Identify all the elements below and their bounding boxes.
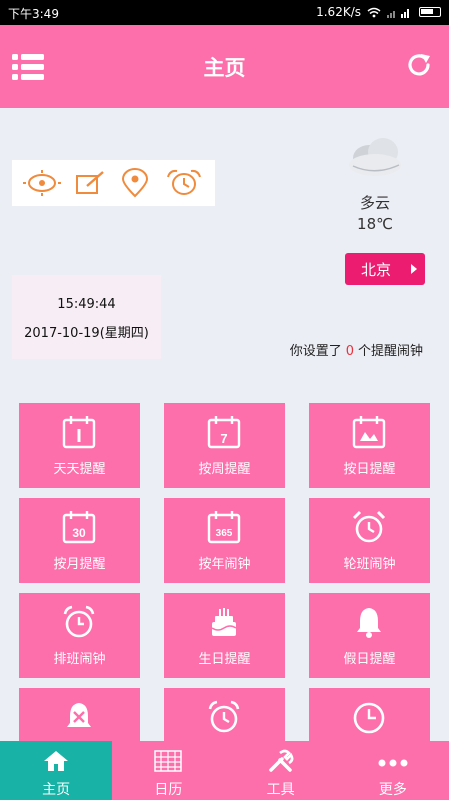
svg-text:7: 7 <box>220 431 227 446</box>
alarm-count-suffix: 个提醒闹钟 <box>357 344 423 359</box>
alarm-count-prefix: 你设置了 <box>289 344 342 359</box>
tile-label: 轮班闹钟 <box>343 557 396 572</box>
tile-shift-alarm[interactable]: 轮班闹钟 <box>309 498 430 583</box>
svg-text:365: 365 <box>216 528 233 539</box>
tile-day-reminder[interactable]: 按日提醒 <box>309 403 430 488</box>
calendar-grid-icon <box>154 750 183 772</box>
tab-more[interactable]: 更多 <box>337 741 449 800</box>
tile-label: 按月提醒 <box>53 557 106 572</box>
clock-icon <box>353 702 385 734</box>
tab-label: 日历 <box>154 782 183 798</box>
tab-tools[interactable]: 工具 <box>225 741 337 800</box>
alarm-count-text: 你设置了 0 个提醒闹钟 <box>290 340 423 359</box>
tile-holiday-reminder[interactable]: 假日提醒 <box>309 593 430 678</box>
wifi-icon <box>367 7 381 17</box>
tile-label: 天天提醒 <box>53 462 106 477</box>
tab-label: 主页 <box>42 782 71 798</box>
location-pin-icon[interactable] <box>120 168 150 198</box>
arrow-right-icon <box>411 264 417 274</box>
birthday-cake-icon <box>211 608 237 636</box>
status-bar: 下午3:49 1.62K/s <box>0 0 449 25</box>
weather-widget: 多云 18℃ <box>330 132 420 233</box>
weather-temperature: 18℃ <box>357 215 393 233</box>
tile-daily-reminder[interactable]: 天天提醒 <box>19 403 140 488</box>
bell-icon <box>357 608 381 638</box>
more-dots-icon <box>378 759 408 767</box>
tile-schedule-alarm[interactable]: 排班闹钟 <box>19 593 140 678</box>
tile-weekly-reminder[interactable]: 7 按周提醒 <box>164 403 285 488</box>
alarm-clock-outline-icon <box>63 605 95 638</box>
tile-label: 生日提醒 <box>198 652 251 667</box>
tile-label: 假日提醒 <box>343 652 396 667</box>
sun-icon[interactable] <box>22 169 61 197</box>
page-title: 主页 <box>203 56 246 80</box>
current-time: 15:49:44 <box>57 297 116 312</box>
city-select-button[interactable]: 北京 <box>345 253 425 285</box>
refresh-icon[interactable] <box>405 51 433 79</box>
tile-label: 按日提醒 <box>343 462 396 477</box>
svg-text:30: 30 <box>72 526 86 540</box>
tile-label: 按年闹钟 <box>198 557 251 572</box>
alarm-clock-icon <box>352 510 386 543</box>
tools-icon <box>268 749 294 772</box>
app-header: 主页 <box>0 25 449 108</box>
tab-calendar[interactable]: 日历 <box>112 741 224 800</box>
alarm-clock-icon <box>208 700 240 733</box>
bell-off-icon <box>67 703 91 727</box>
battery-icon <box>419 7 441 17</box>
edit-icon[interactable] <box>75 169 107 197</box>
tab-label: 更多 <box>378 782 407 798</box>
tile-label: 按周提醒 <box>198 462 251 477</box>
quick-actions <box>12 160 215 206</box>
alarm-clock-icon[interactable] <box>164 168 204 198</box>
tile-label: 排班闹钟 <box>53 652 106 667</box>
current-date: 2017-10-19(星期四) <box>24 326 149 341</box>
calendar-7-icon: 7 <box>207 416 241 449</box>
bottom-tab-bar: 主页 日历 工具 更多 <box>0 741 449 800</box>
tile-birthday-reminder[interactable]: 生日提醒 <box>164 593 285 678</box>
signal-icon <box>387 8 409 18</box>
city-label: 北京 <box>361 260 392 279</box>
calendar-30-icon: 30 <box>62 511 96 544</box>
status-time: 下午3:49 <box>8 7 59 21</box>
tile-yearly-alarm[interactable]: 365 按年闹钟 <box>164 498 285 583</box>
tab-home[interactable]: 主页 <box>0 741 113 800</box>
tab-label: 工具 <box>266 782 295 798</box>
cloudy-weather-icon <box>349 138 401 176</box>
alarm-count-number: 0 <box>345 344 354 359</box>
calendar-1-icon <box>62 416 96 449</box>
calendar-day-icon <box>352 416 386 449</box>
tile-monthly-reminder[interactable]: 30 按月提醒 <box>19 498 140 583</box>
weather-condition: 多云 <box>359 194 390 212</box>
clock-display: 15:49:44 2017-10-19(星期四) <box>12 275 161 359</box>
network-speed: 1.62K/s <box>316 5 361 19</box>
home-icon <box>44 751 69 771</box>
calendar-365-icon: 365 <box>207 511 241 544</box>
